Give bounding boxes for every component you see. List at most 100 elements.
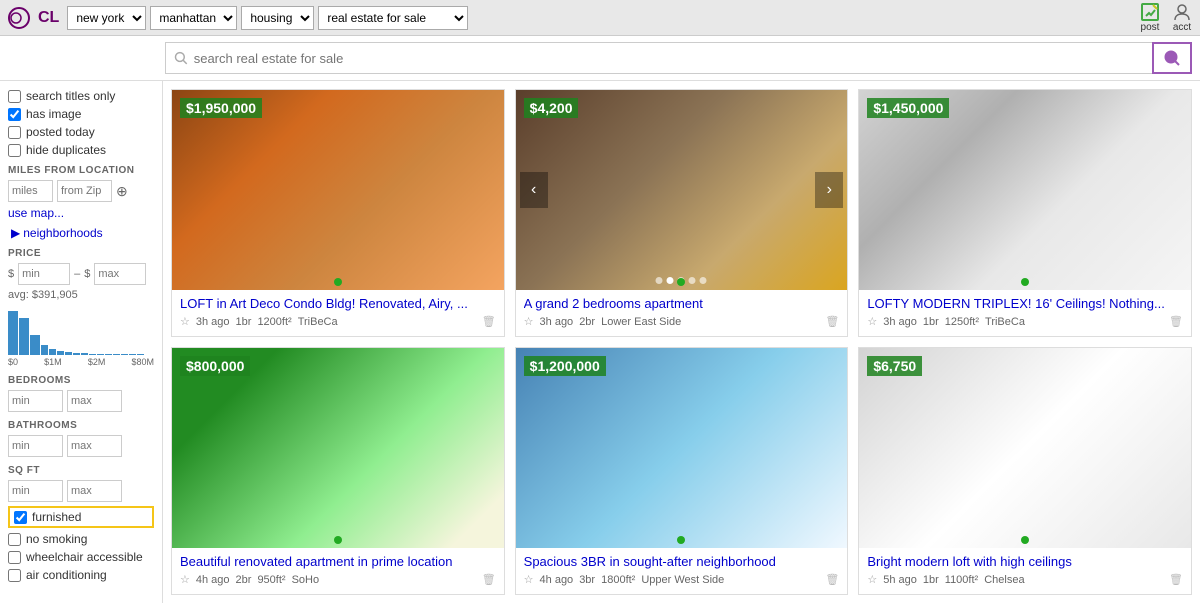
price-min-input[interactable] [18, 263, 70, 285]
favorite-icon[interactable]: ☆ [867, 315, 877, 328]
listing-beds: 2br [236, 574, 252, 586]
listing-card[interactable]: $4,200 ‹ › A grand 2 bedrooms apartment [515, 89, 849, 337]
posted-today-checkbox[interactable] [8, 126, 21, 139]
use-map-link[interactable]: use map... [8, 206, 154, 220]
neighborhoods-row[interactable]: ▶ neighborhoods [8, 226, 154, 240]
cl-brand-text: CL [38, 9, 59, 27]
listing-title[interactable]: Beautiful renovated apartment in prime l… [180, 554, 496, 569]
listing-card[interactable]: $6,750 Bright modern loft with high ceil… [858, 347, 1192, 595]
favorite-icon[interactable]: ☆ [524, 573, 534, 586]
acct-label: acct [1173, 22, 1191, 33]
listings-grid: $1,950,000 LOFT in Art Deco Condo Bldg! … [171, 89, 1192, 595]
listing-body: LOFTY MODERN TRIPLEX! 16' Ceilings! Noth… [859, 290, 1191, 336]
search-bar [0, 36, 1200, 81]
histogram-bar-7 [73, 353, 80, 355]
histogram-bar-13 [121, 354, 128, 355]
acct-button[interactable]: acct [1172, 2, 1192, 33]
listing-meta: ☆ 3h ago 1br 1200ft² TriBeCa 🗑 [180, 315, 496, 328]
listing-image: $1,950,000 [172, 90, 504, 290]
hide-listing-icon[interactable]: 🗑 [482, 315, 496, 328]
search-submit-icon [1163, 49, 1181, 67]
listing-meta: ☆ 5h ago 1br 1100ft² Chelsea 🗑 [867, 573, 1183, 586]
hide-duplicates-checkbox[interactable] [8, 144, 21, 157]
listing-beds: 2br [579, 316, 595, 328]
beds-min-input[interactable] [8, 390, 63, 412]
listing-sqft: 1250ft² [945, 316, 979, 328]
listing-title[interactable]: A grand 2 bedrooms apartment [524, 296, 840, 311]
post-button[interactable]: post [1140, 2, 1160, 33]
listing-card[interactable]: $1,450,000 LOFTY MODERN TRIPLEX! 16' Cei… [858, 89, 1192, 337]
air-conditioning-row: air conditioning [8, 568, 154, 582]
listing-title[interactable]: LOFTY MODERN TRIPLEX! 16' Ceilings! Noth… [867, 296, 1183, 311]
histogram-bar-8 [81, 353, 88, 355]
listing-time: 5h ago [883, 574, 917, 586]
category-select[interactable]: housing [241, 6, 314, 30]
favorite-icon[interactable]: ☆ [524, 315, 534, 328]
price-max-input[interactable] [94, 263, 146, 285]
listings-area: $1,950,000 LOFT in Art Deco Condo Bldg! … [163, 81, 1200, 603]
listing-prev-button[interactable]: ‹ [520, 172, 548, 208]
city-select[interactable]: new york [67, 6, 146, 30]
listing-meta-left: ☆ 4h ago 3br 1800ft² Upper West Side [524, 573, 725, 586]
search-titles-checkbox[interactable] [8, 90, 21, 103]
listing-body: LOFT in Art Deco Condo Bldg! Renovated, … [172, 290, 504, 336]
favorite-icon[interactable]: ☆ [180, 315, 190, 328]
hide-listing-icon[interactable]: 🗑 [825, 573, 839, 586]
listing-dot [700, 277, 707, 284]
sqft-max-input[interactable] [67, 480, 122, 502]
listing-body: Spacious 3BR in sought-after neighborhoo… [516, 548, 848, 594]
has-image-checkbox[interactable] [8, 108, 21, 121]
nav-right: post acct [1140, 2, 1192, 33]
listing-body: Beautiful renovated apartment in prime l… [172, 548, 504, 594]
zip-input[interactable] [57, 180, 112, 202]
search-titles-label: search titles only [26, 89, 115, 103]
air-conditioning-label: air conditioning [26, 568, 107, 582]
hide-listing-icon[interactable]: 🗑 [825, 315, 839, 328]
air-conditioning-checkbox[interactable] [8, 569, 21, 582]
listing-title[interactable]: Spacious 3BR in sought-after neighborhoo… [524, 554, 840, 569]
listing-price: $1,950,000 [180, 98, 262, 118]
price-dollar-label: $ [8, 268, 14, 280]
favorite-icon[interactable]: ☆ [867, 573, 877, 586]
bath-min-input[interactable] [8, 435, 63, 457]
listing-title[interactable]: LOFT in Art Deco Condo Bldg! Renovated, … [180, 296, 496, 311]
no-smoking-checkbox[interactable] [8, 533, 21, 546]
favorite-icon[interactable]: ☆ [180, 573, 190, 586]
listing-image: $4,200 ‹ › [516, 90, 848, 290]
histogram-bar-12 [113, 354, 120, 355]
listing-next-button[interactable]: › [815, 172, 843, 208]
hide-listing-icon[interactable]: 🗑 [1169, 573, 1183, 586]
listing-area: Upper West Side [641, 574, 724, 586]
search-button[interactable] [1152, 42, 1192, 74]
listing-area: SoHo [292, 574, 320, 586]
histogram-bar-14 [129, 354, 136, 355]
area-select[interactable]: manhattan [150, 6, 237, 30]
online-dot [334, 536, 342, 544]
posted-today-label: posted today [26, 125, 95, 139]
hide-listing-icon[interactable]: 🗑 [482, 573, 496, 586]
hide-listing-icon[interactable]: 🗑 [1169, 315, 1183, 328]
histogram-bar-5 [57, 351, 64, 355]
wheelchair-label: wheelchair accessible [26, 550, 143, 564]
furnished-checkbox[interactable] [14, 511, 27, 524]
wheelchair-checkbox[interactable] [8, 551, 21, 564]
beds-max-input[interactable] [67, 390, 122, 412]
listing-time: 3h ago [883, 316, 917, 328]
listing-card[interactable]: $800,000 Beautiful renovated apartment i… [171, 347, 505, 595]
sqft-min-input[interactable] [8, 480, 63, 502]
listing-card[interactable]: $1,950,000 LOFT in Art Deco Condo Bldg! … [171, 89, 505, 337]
listing-title[interactable]: Bright modern loft with high ceilings [867, 554, 1183, 569]
location-icon[interactable]: ⊕ [116, 183, 128, 200]
search-input[interactable] [194, 51, 1144, 66]
histogram-bar-3 [41, 345, 48, 355]
listing-image: $800,000 [172, 348, 504, 548]
subcategory-select[interactable]: real estate for sale [318, 6, 468, 30]
online-dot [1021, 278, 1029, 286]
bath-max-input[interactable] [67, 435, 122, 457]
miles-input[interactable] [8, 180, 53, 202]
histogram-bar-2 [30, 335, 40, 355]
listing-meta-left: ☆ 5h ago 1br 1100ft² Chelsea [867, 573, 1024, 586]
listing-price: $6,750 [867, 356, 922, 376]
listing-beds: 1br [236, 316, 252, 328]
listing-card[interactable]: $1,200,000 Spacious 3BR in sought-after … [515, 347, 849, 595]
